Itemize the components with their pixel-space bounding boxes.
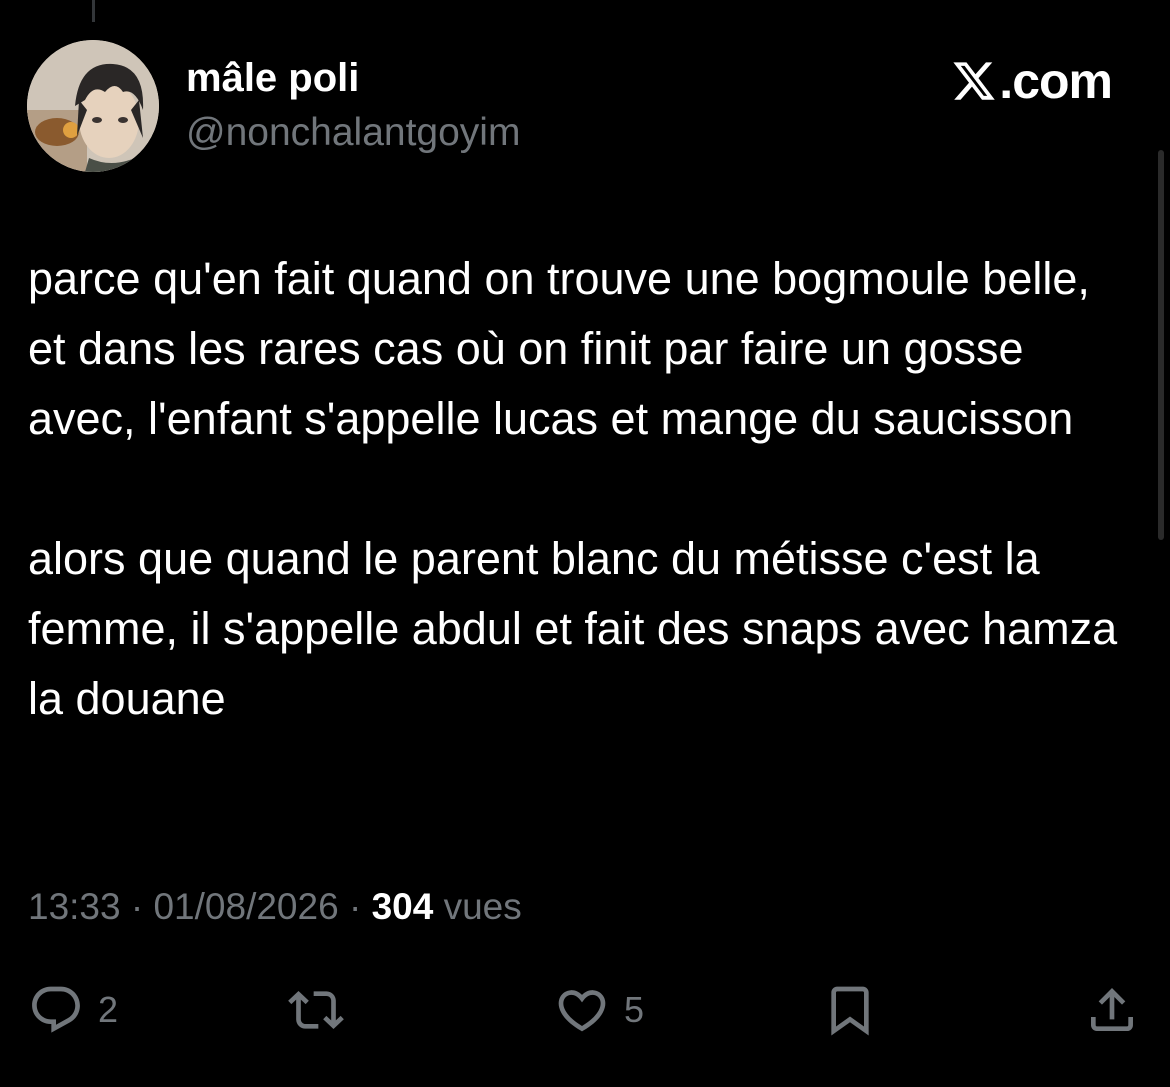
- tweet-date[interactable]: 01/08/2026: [153, 886, 338, 927]
- thread-connector-line: [92, 0, 95, 22]
- tweet-metadata: 13:33 · 01/08/2026 · 304 vues: [28, 880, 522, 934]
- brand-domain-text: .com: [999, 53, 1113, 109]
- avatar-image: [27, 40, 159, 172]
- author-handle[interactable]: @nonchalantgoyim: [186, 108, 520, 158]
- repost-icon: [288, 991, 344, 1029]
- brand-watermark: .com: [951, 52, 1113, 110]
- scrollbar[interactable]: [1158, 150, 1164, 540]
- bookmark-icon: [831, 986, 869, 1036]
- tweet-body: parce qu'en fait quand on trouve une bog…: [28, 244, 1138, 734]
- x-logo-icon: [953, 62, 996, 100]
- tweet-paragraph: parce qu'en fait quand on trouve une bog…: [28, 253, 1090, 444]
- reply-icon: [32, 986, 80, 1033]
- heart-icon: [558, 990, 606, 1032]
- reply-button[interactable]: 2: [28, 980, 118, 1040]
- views-label: vues: [443, 886, 522, 927]
- tweet-paragraph: alors que quand le parent blanc du métis…: [28, 533, 1118, 724]
- author-display-name[interactable]: mâle poli: [186, 53, 359, 103]
- tweet-time[interactable]: 13:33: [28, 886, 121, 927]
- meta-separator: ·: [130, 886, 144, 927]
- reply-count: 2: [98, 989, 119, 1030]
- share-icon: [1091, 988, 1133, 1031]
- meta-separator: ·: [348, 886, 362, 927]
- like-count: 5: [624, 989, 645, 1030]
- bookmark-button[interactable]: [822, 980, 892, 1040]
- share-button[interactable]: [1084, 980, 1154, 1040]
- like-button[interactable]: 5: [554, 980, 644, 1040]
- repost-button[interactable]: [288, 980, 358, 1040]
- avatar[interactable]: [27, 40, 159, 172]
- views-count: 304: [371, 886, 434, 927]
